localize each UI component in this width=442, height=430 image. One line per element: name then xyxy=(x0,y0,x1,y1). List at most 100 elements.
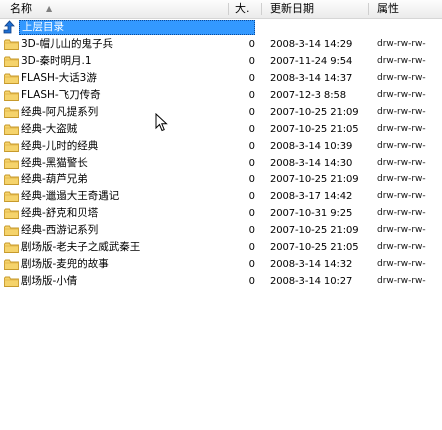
file-size: 0 xyxy=(248,225,255,237)
file-list-row[interactable]: 3D-帽儿山的鬼子兵 0 2008-3-14 14:29 drw-rw-rw- xyxy=(0,36,442,53)
file-attributes: drw-rw-rw- xyxy=(377,157,426,168)
folder-icon xyxy=(4,208,19,220)
folder-icon xyxy=(4,276,19,288)
up-folder-icon xyxy=(3,20,15,34)
file-date: 2007-12-3 8:58 xyxy=(270,89,346,101)
file-name: 经典-邋遢大王奇遇记 xyxy=(21,190,120,203)
file-size: 0 xyxy=(248,208,255,220)
file-list-row[interactable]: 经典-儿时的经典 0 2008-3-14 10:39 drw-rw-rw- xyxy=(0,138,442,155)
file-list-row[interactable]: FLASH-大话3游 0 2008-3-14 14:37 drw-rw-rw- xyxy=(0,70,442,87)
file-size: 0 xyxy=(248,55,255,67)
file-date: 2008-3-14 14:37 xyxy=(270,72,353,84)
file-name: FLASH-大话3游 xyxy=(21,71,97,84)
sort-ascending-icon: ▲ xyxy=(46,4,53,13)
column-header-name[interactable]: 名称 xyxy=(0,0,228,18)
file-name: 剧场版-麦兜的故事 xyxy=(21,258,109,271)
file-list-row[interactable]: FLASH-飞刀传奇 0 2007-12-3 8:58 drw-rw-rw- xyxy=(0,87,442,104)
folder-icon xyxy=(4,259,19,271)
file-date: 2008-3-17 14:42 xyxy=(270,191,353,203)
file-attributes: drw-rw-rw- xyxy=(377,55,426,66)
file-name: 经典-阿凡提系列 xyxy=(21,105,99,118)
file-attributes: drw-rw-rw- xyxy=(377,259,426,270)
file-size: 0 xyxy=(248,106,255,118)
column-header-attr-label: 属性 xyxy=(377,2,399,15)
folder-icon xyxy=(4,158,19,169)
file-date: 2007-10-25 21:09 xyxy=(270,106,359,118)
parent-directory-row[interactable]: 上层目录 xyxy=(0,19,442,36)
file-list-row[interactable]: 经典-阿凡提系列 0 2007-10-25 21:09 drw-rw-rw- xyxy=(0,104,442,121)
file-list: 上层目录 3D-帽儿山的鬼子兵 0 2008-3-14 14:29 drw-rw-rw… xyxy=(0,19,442,290)
file-list-row[interactable]: 经典-西游记系列 0 2007-10-25 21:09 drw-rw-rw- xyxy=(0,222,442,239)
file-size: 0 xyxy=(248,157,255,169)
file-name: 经典-儿时的经典 xyxy=(21,139,99,152)
column-header-name-label: 名称 xyxy=(10,2,32,15)
file-attributes: drw-rw-rw- xyxy=(377,38,426,49)
file-date: 2007-10-25 21:09 xyxy=(270,174,359,186)
file-list-row[interactable]: 经典-黑猫警长 0 2008-3-14 14:30 drw-rw-rw- xyxy=(0,155,442,172)
file-size: 0 xyxy=(248,259,255,271)
folder-icon xyxy=(4,107,19,118)
file-list-row[interactable]: 经典-大盗贼 0 2007-10-25 21:05 drw-rw-rw- xyxy=(0,121,442,138)
file-date: 2007-10-25 21:09 xyxy=(270,225,359,237)
file-name: 经典-葫芦兄弟 xyxy=(21,173,88,186)
folder-icon xyxy=(4,242,19,254)
file-list-row[interactable]: 剧场版-麦兜的故事 0 2008-3-14 14:32 drw-rw-rw- xyxy=(0,256,442,273)
file-attributes: drw-rw-rw- xyxy=(377,140,426,151)
folder-icon xyxy=(4,90,19,101)
file-name: 经典-舒克和贝塔 xyxy=(21,207,99,220)
file-date: 2008-3-14 10:27 xyxy=(270,276,353,288)
file-date: 2007-10-31 9:25 xyxy=(270,208,353,220)
file-size: 0 xyxy=(248,140,255,152)
file-list-row[interactable]: 经典-舒克和贝塔 0 2007-10-31 9:25 drw-rw-rw- xyxy=(0,205,442,222)
column-header-date[interactable]: 更新日期 xyxy=(260,0,367,18)
file-name: 经典-西游记系列 xyxy=(21,224,99,237)
file-list-row[interactable]: 经典-邋遢大王奇遇记 0 2008-3-17 14:42 drw-rw-rw- xyxy=(0,188,442,205)
column-header-size-label: 大. xyxy=(235,2,250,15)
file-list-row[interactable]: 经典-葫芦兄弟 0 2007-10-25 21:09 drw-rw-rw- xyxy=(0,171,442,188)
file-attributes: drw-rw-rw- xyxy=(377,208,426,219)
column-header-bar: 名称 ▲ 大. 更新日期 属性 xyxy=(0,0,442,19)
folder-icon xyxy=(4,174,19,186)
parent-directory-label: 上层目录 xyxy=(22,21,64,33)
file-name: 经典-黑猫警长 xyxy=(21,156,88,169)
file-list-row[interactable]: 剧场版-小倩 0 2008-3-14 10:27 drw-rw-rw- xyxy=(0,273,442,290)
file-attributes: drw-rw-rw- xyxy=(377,276,426,287)
file-attributes: drw-rw-rw- xyxy=(377,191,426,202)
file-date: 2008-3-14 14:30 xyxy=(270,157,353,169)
file-date: 2008-3-14 14:32 xyxy=(270,259,353,271)
file-size: 0 xyxy=(248,174,255,186)
column-header-date-label: 更新日期 xyxy=(270,2,314,15)
file-size: 0 xyxy=(248,242,255,254)
folder-icon xyxy=(4,141,19,152)
file-size: 0 xyxy=(248,89,255,101)
file-attributes: drw-rw-rw- xyxy=(377,106,426,117)
file-size: 0 xyxy=(248,72,255,84)
file-list-row[interactable]: 3D-秦时明月.1 0 2007-11-24 9:54 drw-rw-rw- xyxy=(0,53,442,70)
file-attributes: drw-rw-rw- xyxy=(377,225,426,236)
file-date: 2007-11-24 9:54 xyxy=(270,55,353,67)
file-date: 2007-10-25 21:05 xyxy=(270,242,359,254)
file-attributes: drw-rw-rw- xyxy=(377,89,426,100)
folder-icon xyxy=(4,73,19,84)
file-size: 0 xyxy=(248,276,255,288)
file-name: 3D-秦时明月.1 xyxy=(21,54,92,67)
file-name: FLASH-飞刀传奇 xyxy=(21,88,101,101)
file-name: 经典-大盗贼 xyxy=(21,122,78,135)
file-name: 剧场版-老夫子之威武秦王 xyxy=(21,241,141,254)
folder-icon xyxy=(4,39,19,50)
mouse-pointer-icon xyxy=(155,113,168,132)
file-attributes: drw-rw-rw- xyxy=(377,174,426,185)
file-size: 0 xyxy=(248,191,255,203)
file-list-row[interactable]: 剧场版-老夫子之威武秦王 0 2007-10-25 21:05 drw-rw-rw- xyxy=(0,239,442,256)
file-size: 0 xyxy=(248,38,255,50)
folder-icon xyxy=(4,191,19,203)
file-size: 0 xyxy=(248,123,255,135)
file-name: 3D-帽儿山的鬼子兵 xyxy=(21,37,114,50)
file-name: 剧场版-小倩 xyxy=(21,275,78,288)
file-attributes: drw-rw-rw- xyxy=(377,72,426,83)
folder-icon xyxy=(4,124,19,135)
file-attributes: drw-rw-rw- xyxy=(377,242,426,253)
column-header-size[interactable]: 大. xyxy=(225,0,260,18)
column-header-attr[interactable]: 属性 xyxy=(367,0,442,18)
file-date: 2008-3-14 10:39 xyxy=(270,140,353,152)
